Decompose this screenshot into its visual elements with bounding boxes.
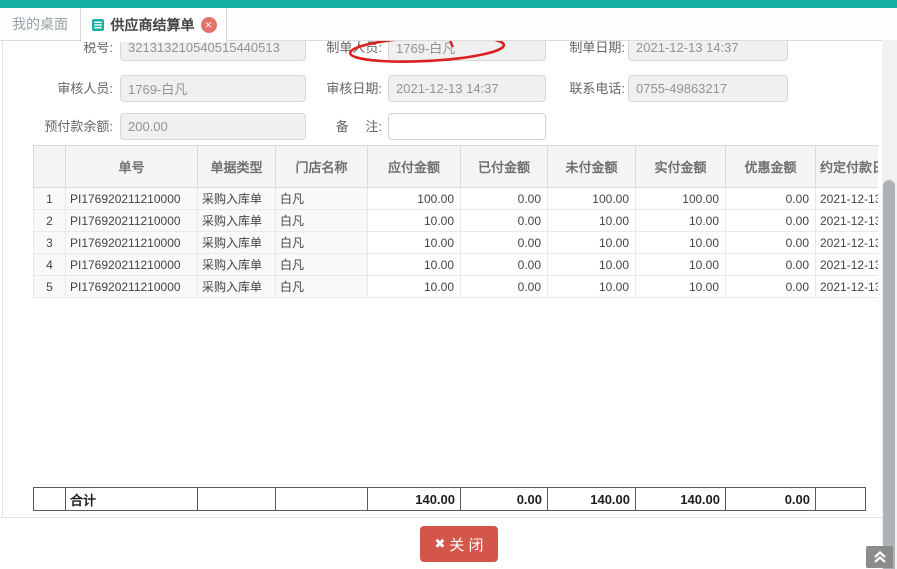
prepaid-balance-label: 预付款余额: bbox=[20, 113, 113, 140]
totals-label: 合计 bbox=[66, 488, 198, 511]
settlement-table: 单号 单据类型 门店名称 应付金额 已付金额 未付金额 实付金额 优惠金额 约定… bbox=[33, 145, 878, 303]
document-list-icon bbox=[91, 18, 105, 32]
total-actual: 140.00 bbox=[636, 488, 726, 511]
tab-bar: 我的桌面 供应商结算单 ✕ bbox=[0, 8, 897, 41]
table-row[interactable]: 2 PI176920211210000 采购入库单 白凡 10.00 0.00 … bbox=[34, 210, 879, 232]
col-agreed-date: 约定付款日期 bbox=[816, 146, 879, 188]
close-x-icon: ✖ bbox=[434, 536, 445, 552]
auditor-label: 审核人员: bbox=[20, 75, 113, 102]
double-chevron-up-icon bbox=[872, 550, 888, 564]
table-row[interactable]: 4 PI176920211210000 采购入库单 白凡 10.00 0.00 … bbox=[34, 254, 879, 276]
table-row[interactable]: 5 PI176920211210000 采购入库单 白凡 10.00 0.00 … bbox=[34, 276, 879, 298]
table-row[interactable]: 1 PI176920211210000 采购入库单 白凡 100.00 0.00… bbox=[34, 188, 879, 210]
tab-my-desktop[interactable]: 我的桌面 bbox=[0, 8, 80, 41]
scroll-to-top-button[interactable] bbox=[866, 546, 893, 568]
close-button[interactable]: ✖ 关 闭 bbox=[420, 526, 498, 562]
panel-border bbox=[2, 41, 3, 517]
col-rownum bbox=[34, 146, 66, 188]
audit-date-label: 审核日期: bbox=[300, 75, 382, 102]
vertical-scrollbar[interactable] bbox=[882, 40, 897, 569]
remark-input[interactable] bbox=[388, 113, 546, 140]
tab-label: 供应商结算单 bbox=[111, 15, 195, 35]
prepaid-balance-field[interactable] bbox=[120, 113, 306, 140]
col-payable: 应付金额 bbox=[368, 146, 461, 188]
footer-bar: ✖ 关 闭 bbox=[0, 517, 897, 569]
phone-label: 联系电话: bbox=[535, 75, 625, 102]
col-paid: 已付金额 bbox=[461, 146, 548, 188]
tab-supplier-settlement[interactable]: 供应商结算单 ✕ bbox=[80, 8, 227, 42]
col-bill-type: 单据类型 bbox=[198, 146, 276, 188]
total-payable: 140.00 bbox=[368, 488, 461, 511]
supplier-settlement-window: 我的桌面 供应商结算单 ✕ 税号: 制单人员: 制单日期: 审核人员: 审核日期… bbox=[0, 0, 897, 569]
col-store: 门店名称 bbox=[276, 146, 368, 188]
table-header-row: 单号 单据类型 门店名称 应付金额 已付金额 未付金额 实付金额 优惠金额 约定… bbox=[34, 146, 879, 188]
close-button-label: 关 闭 bbox=[449, 534, 483, 555]
audit-date-field[interactable] bbox=[388, 75, 546, 102]
auditor-field[interactable] bbox=[120, 75, 306, 102]
remark-label: 备 注: bbox=[300, 113, 382, 140]
col-discount: 优惠金额 bbox=[726, 146, 816, 188]
col-unpaid: 未付金额 bbox=[548, 146, 636, 188]
scrollbar-thumb[interactable] bbox=[883, 180, 895, 569]
totals-row: 合计 140.00 0.00 140.00 140.00 0.00 bbox=[33, 487, 875, 513]
total-unpaid: 140.00 bbox=[548, 488, 636, 511]
phone-field[interactable] bbox=[628, 75, 788, 102]
col-actual: 实付金额 bbox=[636, 146, 726, 188]
total-discount: 0.00 bbox=[726, 488, 816, 511]
col-bill-no: 单号 bbox=[66, 146, 198, 188]
top-accent-bar bbox=[0, 0, 897, 8]
tab-close-icon[interactable]: ✕ bbox=[201, 17, 217, 33]
table-row[interactable]: 3 PI176920211210000 采购入库单 白凡 10.00 0.00 … bbox=[34, 232, 879, 254]
total-paid: 0.00 bbox=[461, 488, 548, 511]
